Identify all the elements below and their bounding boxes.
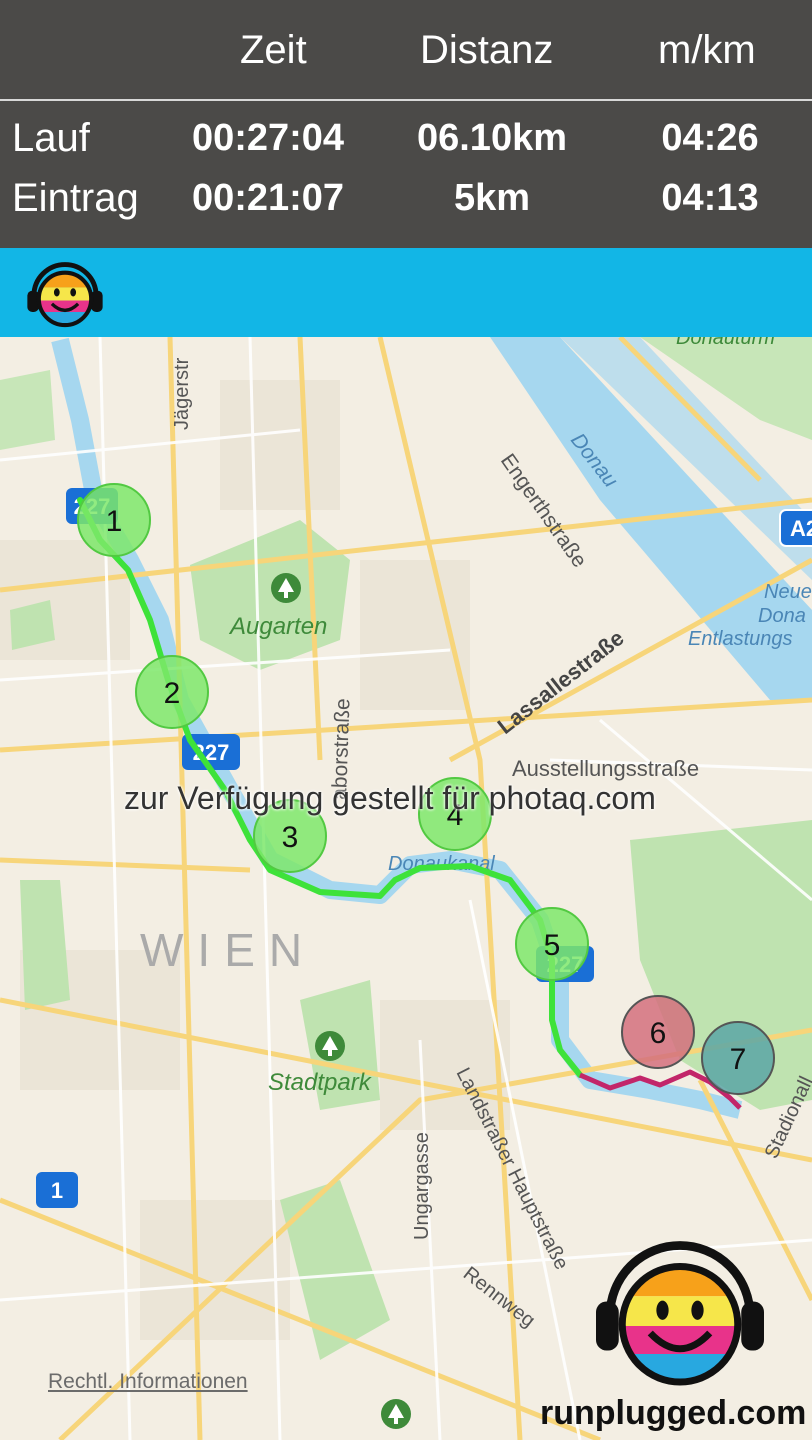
accent-bar — [0, 248, 812, 337]
km-marker-6[interactable]: 6 — [621, 995, 695, 1069]
street-ungargasse: Ungargasse — [411, 1132, 433, 1240]
km-marker-label: 7 — [730, 1043, 747, 1076]
header-pace: m/km — [658, 28, 756, 72]
km-marker-5[interactable]: 5 — [515, 907, 589, 981]
park-pin-icon — [381, 1399, 411, 1429]
brand-name: runplugged.com — [540, 1394, 807, 1432]
row-label-eintrag: Eintrag — [12, 176, 139, 220]
km-marker-label: 2 — [164, 677, 181, 710]
legal-info-link[interactable]: Rechtl. Informationen — [48, 1370, 248, 1394]
header-zeit: Zeit — [240, 28, 307, 72]
label-stadtpark: Stadtpark — [268, 1069, 373, 1096]
km-marker-label: 3 — [282, 821, 299, 854]
run-stats-panel: Zeit Distanz m/km Lauf 00:27:04 06.10km … — [0, 0, 812, 248]
km-marker-label: 5 — [544, 929, 561, 962]
label-wien: WIEN — [140, 924, 316, 976]
street-ausstellungsstrasse: Ausstellungsstraße — [512, 756, 699, 781]
header-distanz: Distanz — [420, 28, 554, 72]
label-neue-donau-2: Dona — [758, 605, 806, 627]
label-augarten: Augarten — [228, 613, 327, 640]
km-marker-1[interactable]: 1 — [77, 483, 151, 557]
route-badge-1: 1 — [36, 1172, 78, 1208]
eintrag-zeit: 00:21:07 — [191, 177, 345, 219]
park-pin-icon — [315, 1031, 345, 1061]
street-jaegerstrasse: Jägerstr — [171, 357, 193, 430]
runplugged-face-logo-icon — [596, 1241, 764, 1386]
watermark-text: zur Verfügung gestellt für photaq.com — [124, 780, 656, 816]
km-marker-7[interactable]: 7 — [701, 1021, 775, 1095]
lauf-pace: 04:26 — [661, 117, 759, 159]
km-marker-label: 1 — [106, 505, 123, 538]
label-neue-donau: Neue — [764, 581, 812, 603]
label-entlastungsgerinne: Entlastungs — [688, 628, 793, 650]
lauf-zeit: 00:27:04 — [191, 117, 345, 159]
svg-text:A2: A2 — [790, 516, 812, 541]
km-marker-label: 6 — [650, 1017, 667, 1050]
svg-text:1: 1 — [51, 1178, 63, 1203]
row-label-lauf: Lauf — [12, 116, 90, 160]
eintrag-pace: 04:13 — [661, 177, 759, 219]
stats-divider — [0, 99, 812, 101]
lauf-distanz: 06.10km — [416, 117, 567, 159]
km-marker-2[interactable]: 2 — [135, 655, 209, 729]
route-badge-a22: A2 — [779, 509, 812, 547]
runplugged-logo-icon[interactable] — [24, 258, 106, 330]
park-pin-icon — [271, 573, 301, 603]
eintrag-distanz: 5km — [453, 177, 531, 219]
